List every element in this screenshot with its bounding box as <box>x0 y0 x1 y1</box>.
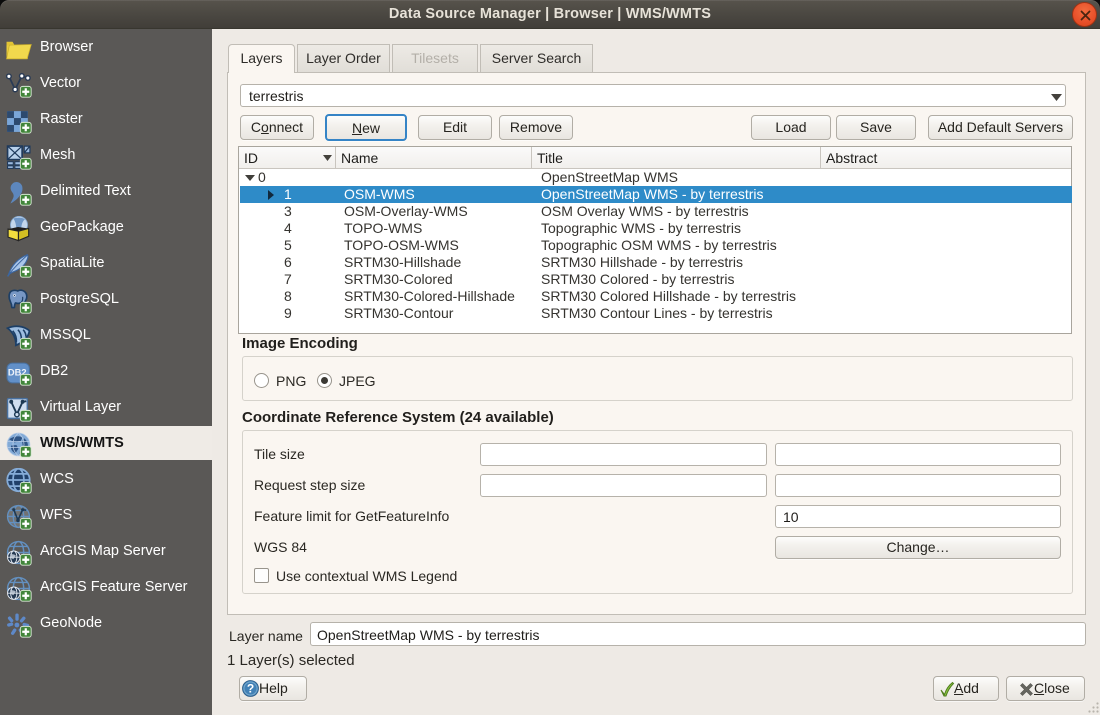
svg-text:?: ? <box>247 682 254 696</box>
